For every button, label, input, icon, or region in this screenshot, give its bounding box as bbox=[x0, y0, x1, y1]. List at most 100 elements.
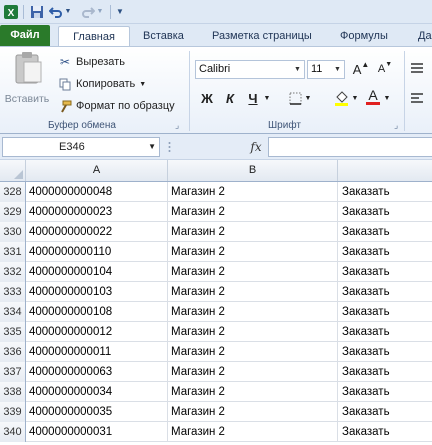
column-header-b[interactable]: B bbox=[168, 160, 338, 181]
cell-a[interactable]: 4000000000035 bbox=[26, 402, 168, 421]
customize-toolbar-icon[interactable]: ▼ bbox=[114, 3, 126, 20]
copy-dropdown-icon[interactable]: ▼ bbox=[139, 81, 146, 88]
cell-a[interactable]: 4000000000023 bbox=[26, 202, 168, 221]
insert-function-button[interactable]: fx bbox=[247, 138, 265, 156]
cell-c[interactable]: Заказать bbox=[338, 242, 432, 261]
cell-b[interactable]: Магазин 2 bbox=[168, 382, 338, 401]
cell-b[interactable]: Магазин 2 bbox=[168, 402, 338, 421]
cell-b[interactable]: Магазин 2 bbox=[168, 222, 338, 241]
row-header[interactable]: 338 bbox=[0, 382, 26, 402]
cell-b[interactable]: Магазин 2 bbox=[168, 322, 338, 341]
cell-c[interactable]: Заказать bbox=[338, 342, 432, 361]
cell-c[interactable]: Заказать bbox=[338, 382, 432, 401]
clipboard-launcher-icon[interactable]: ⌟ bbox=[175, 119, 179, 131]
cell-c[interactable]: Заказать bbox=[338, 282, 432, 301]
cell-b[interactable]: Магазин 2 bbox=[168, 362, 338, 381]
tab-insert[interactable]: Вставка bbox=[143, 26, 184, 46]
cell-c[interactable]: Заказать bbox=[338, 362, 432, 381]
save-icon[interactable] bbox=[28, 3, 46, 20]
cell-a[interactable]: 4000000000104 bbox=[26, 262, 168, 281]
row-header[interactable]: 329 bbox=[0, 202, 26, 222]
underline-dropdown-icon[interactable]: ▼ bbox=[262, 88, 272, 108]
row-header[interactable]: 333 bbox=[0, 282, 26, 302]
fill-color-dropdown-icon[interactable]: ▼ bbox=[350, 88, 360, 108]
paste-button[interactable]: Вставить bbox=[4, 51, 50, 113]
fill-color-button[interactable] bbox=[333, 88, 349, 108]
row-header[interactable]: 330 bbox=[0, 222, 26, 242]
cell-c[interactable]: Заказать bbox=[338, 202, 432, 221]
cell-c[interactable]: Заказать bbox=[338, 182, 432, 201]
cell-a[interactable]: 4000000000110 bbox=[26, 242, 168, 261]
redo-dropdown-icon[interactable]: ▼ bbox=[96, 3, 104, 20]
font-size-dropdown-icon[interactable]: ▼ bbox=[332, 62, 343, 77]
row-header[interactable]: 328 bbox=[0, 182, 26, 202]
cell-a[interactable]: 4000000000063 bbox=[26, 362, 168, 381]
cell-b[interactable]: Магазин 2 bbox=[168, 302, 338, 321]
excel-app-icon[interactable]: X bbox=[2, 3, 20, 20]
font-color-dropdown-icon[interactable]: ▼ bbox=[382, 88, 392, 108]
font-color-button[interactable]: А bbox=[365, 86, 381, 106]
cell-a[interactable]: 4000000000011 bbox=[26, 342, 168, 361]
cell-c[interactable]: Заказать bbox=[338, 422, 432, 441]
tab-page-layout[interactable]: Разметка страницы bbox=[212, 26, 312, 46]
cell-b[interactable]: Магазин 2 bbox=[168, 422, 338, 441]
cell-a[interactable]: 4000000000012 bbox=[26, 322, 168, 341]
cell-a[interactable]: 4000000000048 bbox=[26, 182, 168, 201]
italic-button[interactable]: К bbox=[221, 88, 239, 108]
cell-b[interactable]: Магазин 2 bbox=[168, 182, 338, 201]
cell-c[interactable]: Заказать bbox=[338, 262, 432, 281]
row-header[interactable]: 336 bbox=[0, 342, 26, 362]
borders-dropdown-icon[interactable]: ▼ bbox=[303, 88, 313, 108]
font-name-combo[interactable]: Calibri ▼ bbox=[195, 60, 305, 79]
column-headers: A B bbox=[0, 160, 432, 182]
font-size-combo[interactable]: 11 ▼ bbox=[307, 60, 345, 79]
cell-b[interactable]: Магазин 2 bbox=[168, 282, 338, 301]
cell-c[interactable]: Заказать bbox=[338, 302, 432, 321]
cell-c[interactable]: Заказать bbox=[338, 402, 432, 421]
tab-formulas[interactable]: Формулы bbox=[340, 26, 388, 46]
grow-font-button[interactable]: A ▲ bbox=[353, 59, 370, 79]
copy-button[interactable]: Копировать ▼ bbox=[58, 75, 146, 93]
cell-b[interactable]: Магазин 2 bbox=[168, 202, 338, 221]
cell-a[interactable]: 4000000000022 bbox=[26, 222, 168, 241]
name-box-dropdown-icon[interactable]: ▼ bbox=[148, 138, 156, 156]
row-header[interactable]: 331 bbox=[0, 242, 26, 262]
align-left-icon[interactable] bbox=[408, 88, 426, 108]
cut-button[interactable]: ✂ Вырезать bbox=[58, 53, 125, 71]
select-all-button[interactable] bbox=[0, 160, 26, 181]
cell-b[interactable]: Магазин 2 bbox=[168, 342, 338, 361]
row-header[interactable]: 335 bbox=[0, 322, 26, 342]
formula-input[interactable] bbox=[268, 137, 432, 157]
format-painter-button[interactable]: Формат по образцу bbox=[58, 97, 175, 115]
cell-b[interactable]: Магазин 2 bbox=[168, 262, 338, 281]
row-header[interactable]: 334 bbox=[0, 302, 26, 322]
undo-dropdown-icon[interactable]: ▼ bbox=[64, 3, 72, 20]
shrink-font-button[interactable]: A ▼ bbox=[377, 59, 393, 79]
formula-bar-splitter[interactable] bbox=[168, 139, 171, 155]
row-header[interactable]: 340 bbox=[0, 422, 26, 442]
font-launcher-icon[interactable]: ⌟ bbox=[394, 119, 398, 131]
undo-icon[interactable] bbox=[48, 3, 64, 20]
column-header-c[interactable] bbox=[338, 160, 432, 181]
align-top-icon[interactable] bbox=[408, 58, 426, 78]
bold-button[interactable]: Ж bbox=[198, 88, 216, 108]
cell-a[interactable]: 4000000000034 bbox=[26, 382, 168, 401]
underline-button[interactable]: Ч bbox=[244, 88, 262, 108]
column-header-a[interactable]: A bbox=[26, 160, 168, 181]
name-box[interactable]: E346 ▼ bbox=[2, 137, 160, 157]
redo-icon[interactable] bbox=[80, 3, 96, 20]
cell-a[interactable]: 4000000000108 bbox=[26, 302, 168, 321]
borders-button[interactable] bbox=[287, 88, 303, 108]
cell-c[interactable]: Заказать bbox=[338, 322, 432, 341]
tab-data[interactable]: Да bbox=[418, 26, 432, 46]
row-header[interactable]: 337 bbox=[0, 362, 26, 382]
tab-home[interactable]: Главная bbox=[58, 26, 130, 46]
row-header[interactable]: 339 bbox=[0, 402, 26, 422]
tab-file[interactable]: Файл bbox=[0, 25, 50, 46]
cell-c[interactable]: Заказать bbox=[338, 222, 432, 241]
font-name-dropdown-icon[interactable]: ▼ bbox=[292, 62, 303, 77]
cell-a[interactable]: 4000000000031 bbox=[26, 422, 168, 441]
row-header[interactable]: 332 bbox=[0, 262, 26, 282]
cell-b[interactable]: Магазин 2 bbox=[168, 242, 338, 261]
cell-a[interactable]: 4000000000103 bbox=[26, 282, 168, 301]
